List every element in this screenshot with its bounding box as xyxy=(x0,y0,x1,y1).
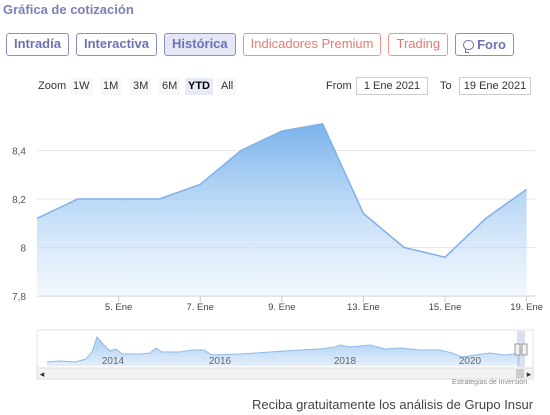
scroll-right-arrow-icon: ▸ xyxy=(527,369,532,379)
y-tick-label: 8 xyxy=(20,244,26,255)
navigator-year-label: 2016 xyxy=(209,356,232,367)
navigator-handle-left xyxy=(514,343,521,356)
y-tick-label: 8,2 xyxy=(12,195,26,206)
x-tick-label: 7. Ene xyxy=(186,302,213,313)
navigator-year-label: 2018 xyxy=(334,356,357,367)
chart-credit: Estrategias de Inversión xyxy=(452,379,528,386)
navigator-year-label: 2020 xyxy=(459,356,482,367)
y-tick-label: 8,4 xyxy=(12,147,26,158)
x-tick-label: 5. Ene xyxy=(105,302,132,313)
y-tick-label: 7,8 xyxy=(12,292,26,303)
x-tick-label: 19. Ene xyxy=(510,302,543,313)
series-area xyxy=(37,123,527,296)
promo-link[interactable]: Reciba gratuitamente los análisis de Gru… xyxy=(252,397,533,412)
x-tick-label: 13. Ene xyxy=(347,302,380,313)
x-tick-label: 15. Ene xyxy=(429,302,462,313)
navigator-scrollbar xyxy=(36,367,534,380)
navigator-handle-right xyxy=(521,343,528,356)
price-chart: 7,8 8 8,2 8,4 5. Ene 7. Ene 9. Ene 13. Ene 15. … xyxy=(12,122,543,380)
scrollbar-thumb xyxy=(516,369,524,378)
x-tick-label: 9. Ene xyxy=(268,302,295,313)
scroll-left-arrow-icon: ◂ xyxy=(40,369,45,379)
navigator-year-label: 2014 xyxy=(102,356,125,367)
